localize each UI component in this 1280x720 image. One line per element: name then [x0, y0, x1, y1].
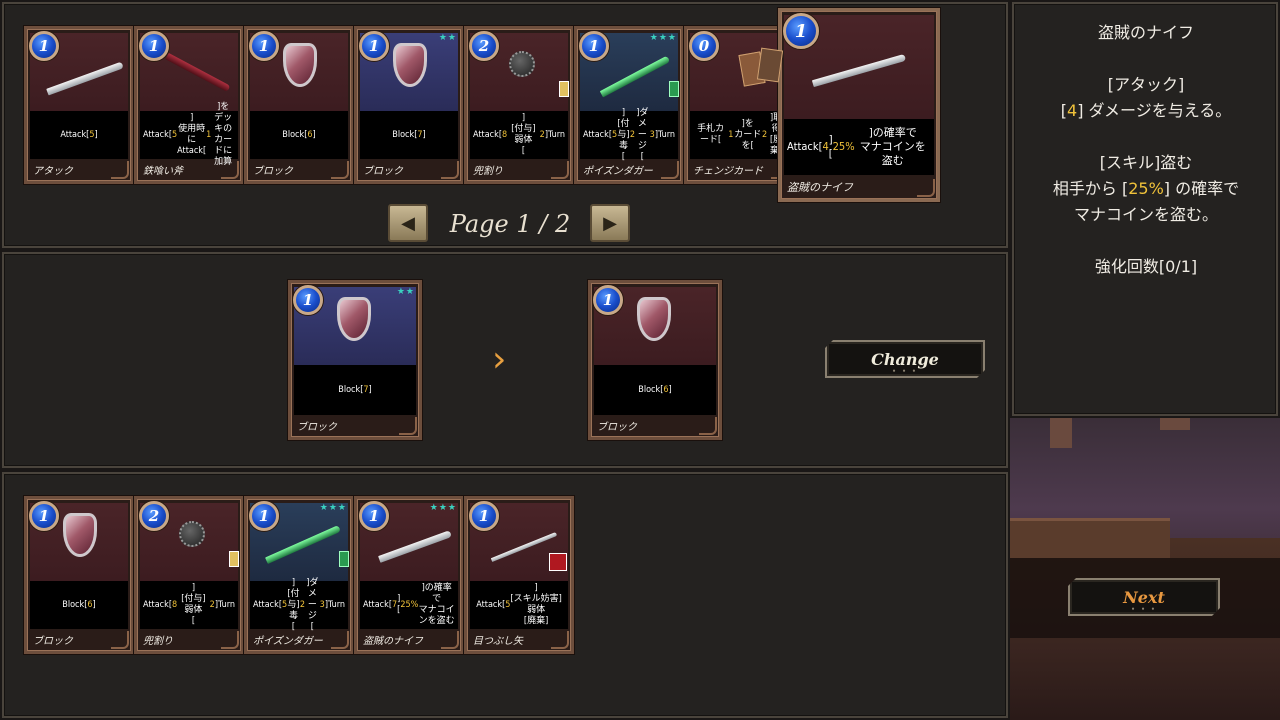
card-text: Block[6]	[250, 111, 348, 159]
card-detail-text: 盗賊のナイフ [アタック] [4] ダメージを与える。 [スキル]盗む 相手から…	[1018, 20, 1274, 280]
mace-icon	[179, 521, 205, 547]
card-text: Block[6]	[594, 365, 716, 415]
card-text: 手札カード[1]を カードを[2]取得 [廃棄]	[690, 111, 788, 159]
detail-attack-line: [4] ダメージを与える。	[1060, 101, 1232, 120]
deck-card-thief-knife[interactable]: ★★★ 1 Attack[7] [25%]の確率で マナコインを盗む 盗賊のナイ…	[354, 496, 464, 654]
detail-skill-line1: 相手から [25%] の確率で	[1052, 179, 1240, 198]
background-scene	[1010, 418, 1280, 720]
mace-icon	[509, 51, 535, 77]
card-text: Block[7]	[294, 365, 416, 415]
card-name: ブロック	[597, 422, 637, 433]
card-text: Attack[8] [付与]弱体 [2]Turn	[470, 111, 568, 159]
deck-card-helm-split[interactable]: 2 Attack[8] [付与]弱体 [2]Turn 兜割り	[134, 496, 244, 654]
card-text: Attack[5] [付与]毒 [2]ダメージ [3]Turn	[250, 578, 348, 632]
card-name: ブロック	[297, 422, 337, 433]
prev-page-button[interactable]: ◀	[388, 204, 428, 242]
upgrade-stars: ★★	[438, 33, 457, 43]
detail-skill-header: [スキル]盗む	[1099, 153, 1193, 172]
next-page-button[interactable]: ▶	[590, 204, 630, 242]
mana-cost-icon: 1	[469, 501, 499, 531]
card-text: Attack[5] 使用時にAttack[1]を デッキのカードに加算	[140, 102, 238, 167]
page-indicator: Page 1 / 2	[449, 210, 571, 238]
card-text: Attack[5] [付与]毒 [2]ダメージ [3]Turn	[580, 108, 678, 162]
debuff-icon	[229, 551, 239, 567]
next-button[interactable]: Next • • •	[1068, 578, 1220, 616]
mana-cost-icon: 1	[359, 501, 389, 531]
mana-cost-icon: 2	[139, 501, 169, 531]
next-button-label: Next	[1123, 587, 1165, 607]
detail-skill-line2: マナコインを盗む。	[1073, 205, 1218, 224]
card-block-6[interactable]: 1 Block[6] ブロック	[244, 26, 354, 184]
chevron-right-icon: ›	[492, 339, 507, 380]
card-text: Block[7]	[360, 111, 458, 159]
upgrade-stars: ★★	[396, 287, 415, 297]
card-before-change: ★★ 1 Block[7] ブロック	[288, 280, 422, 440]
card-text: Attack[8] [付与]弱体 [2]Turn	[140, 581, 238, 629]
card-poison-dagger[interactable]: ★★★ 1 Attack[5] [付与]毒 [2]ダメージ [3]Turn ポイ…	[574, 26, 684, 184]
card-helm-split[interactable]: 2 Attack[8] [付与]弱体 [2]Turn 兜割り	[464, 26, 574, 184]
detail-title: 盗賊のナイフ	[1097, 23, 1194, 42]
skill-block-icon	[549, 553, 567, 571]
mana-cost-icon: 1	[139, 31, 169, 61]
mana-cost-icon: 1	[579, 31, 609, 61]
card-name: 盗賊のナイフ	[787, 181, 853, 194]
deck-card-block[interactable]: 1 Block[6] ブロック	[24, 496, 134, 654]
debuff-icon	[559, 81, 569, 97]
upgrade-stars: ★★★	[649, 33, 677, 43]
mana-cost-icon: 2	[469, 31, 499, 61]
card-attack[interactable]: 1 Attack[5] アタック	[24, 26, 134, 184]
upgrade-stars: ★★★	[319, 503, 347, 513]
mana-cost-icon: 1	[783, 13, 819, 49]
mana-cost-icon: 1	[249, 31, 279, 61]
mana-cost-icon: 1	[29, 501, 59, 531]
upgrade-stars: ★★★	[429, 503, 457, 513]
left-arrow-icon: ◀	[401, 212, 415, 234]
mana-cost-icon: 1	[293, 285, 323, 315]
card-after-change: 1 Block[6] ブロック	[588, 280, 722, 440]
card-text: Block[6]	[30, 581, 128, 629]
card-iron-axe[interactable]: 1 Attack[5] 使用時にAttack[1]を デッキのカードに加算 鉄喰…	[134, 26, 244, 184]
mana-cost-icon: 1	[249, 501, 279, 531]
change-button-label: Change	[871, 349, 939, 369]
poison-icon	[669, 81, 679, 97]
change-button[interactable]: Change • • •	[825, 340, 985, 378]
detail-upgrade-count: 強化回数[0/1]	[1094, 257, 1198, 276]
deck-card-blinding-arrow[interactable]: 1 Attack[5] [スキル妨害] 弱体 [廃棄] 目つぶし矢	[464, 496, 574, 654]
mana-cost-icon: 0	[689, 31, 719, 61]
card-block-7[interactable]: ★★ 1 Block[7] ブロック	[354, 26, 464, 184]
card-text: Attack[7] [25%]の確率で マナコインを盗む	[360, 581, 458, 629]
pager: ◀ Page 1 / 2 ▶	[388, 204, 632, 244]
detail-attack-header: [アタック]	[1107, 75, 1185, 94]
card-text: Attack[5]	[30, 111, 128, 159]
mana-cost-icon: 1	[29, 31, 59, 61]
deck-card-poison-dagger[interactable]: ★★★ 1 Attack[5] [付与]毒 [2]ダメージ [3]Turn ポイ…	[244, 496, 354, 654]
mana-cost-icon: 1	[359, 31, 389, 61]
card-text: Attack[4] [25%]の確率で マナコインを盗む	[784, 119, 934, 175]
mana-cost-icon: 1	[593, 285, 623, 315]
right-arrow-icon: ▶	[603, 212, 617, 234]
card-text: Attack[5] [スキル妨害] 弱体 [廃棄]	[470, 581, 568, 629]
poison-icon	[339, 551, 349, 567]
card-thief-knife-selected[interactable]: 1 Attack[4] [25%]の確率で マナコインを盗む 盗賊のナイフ	[778, 8, 940, 202]
